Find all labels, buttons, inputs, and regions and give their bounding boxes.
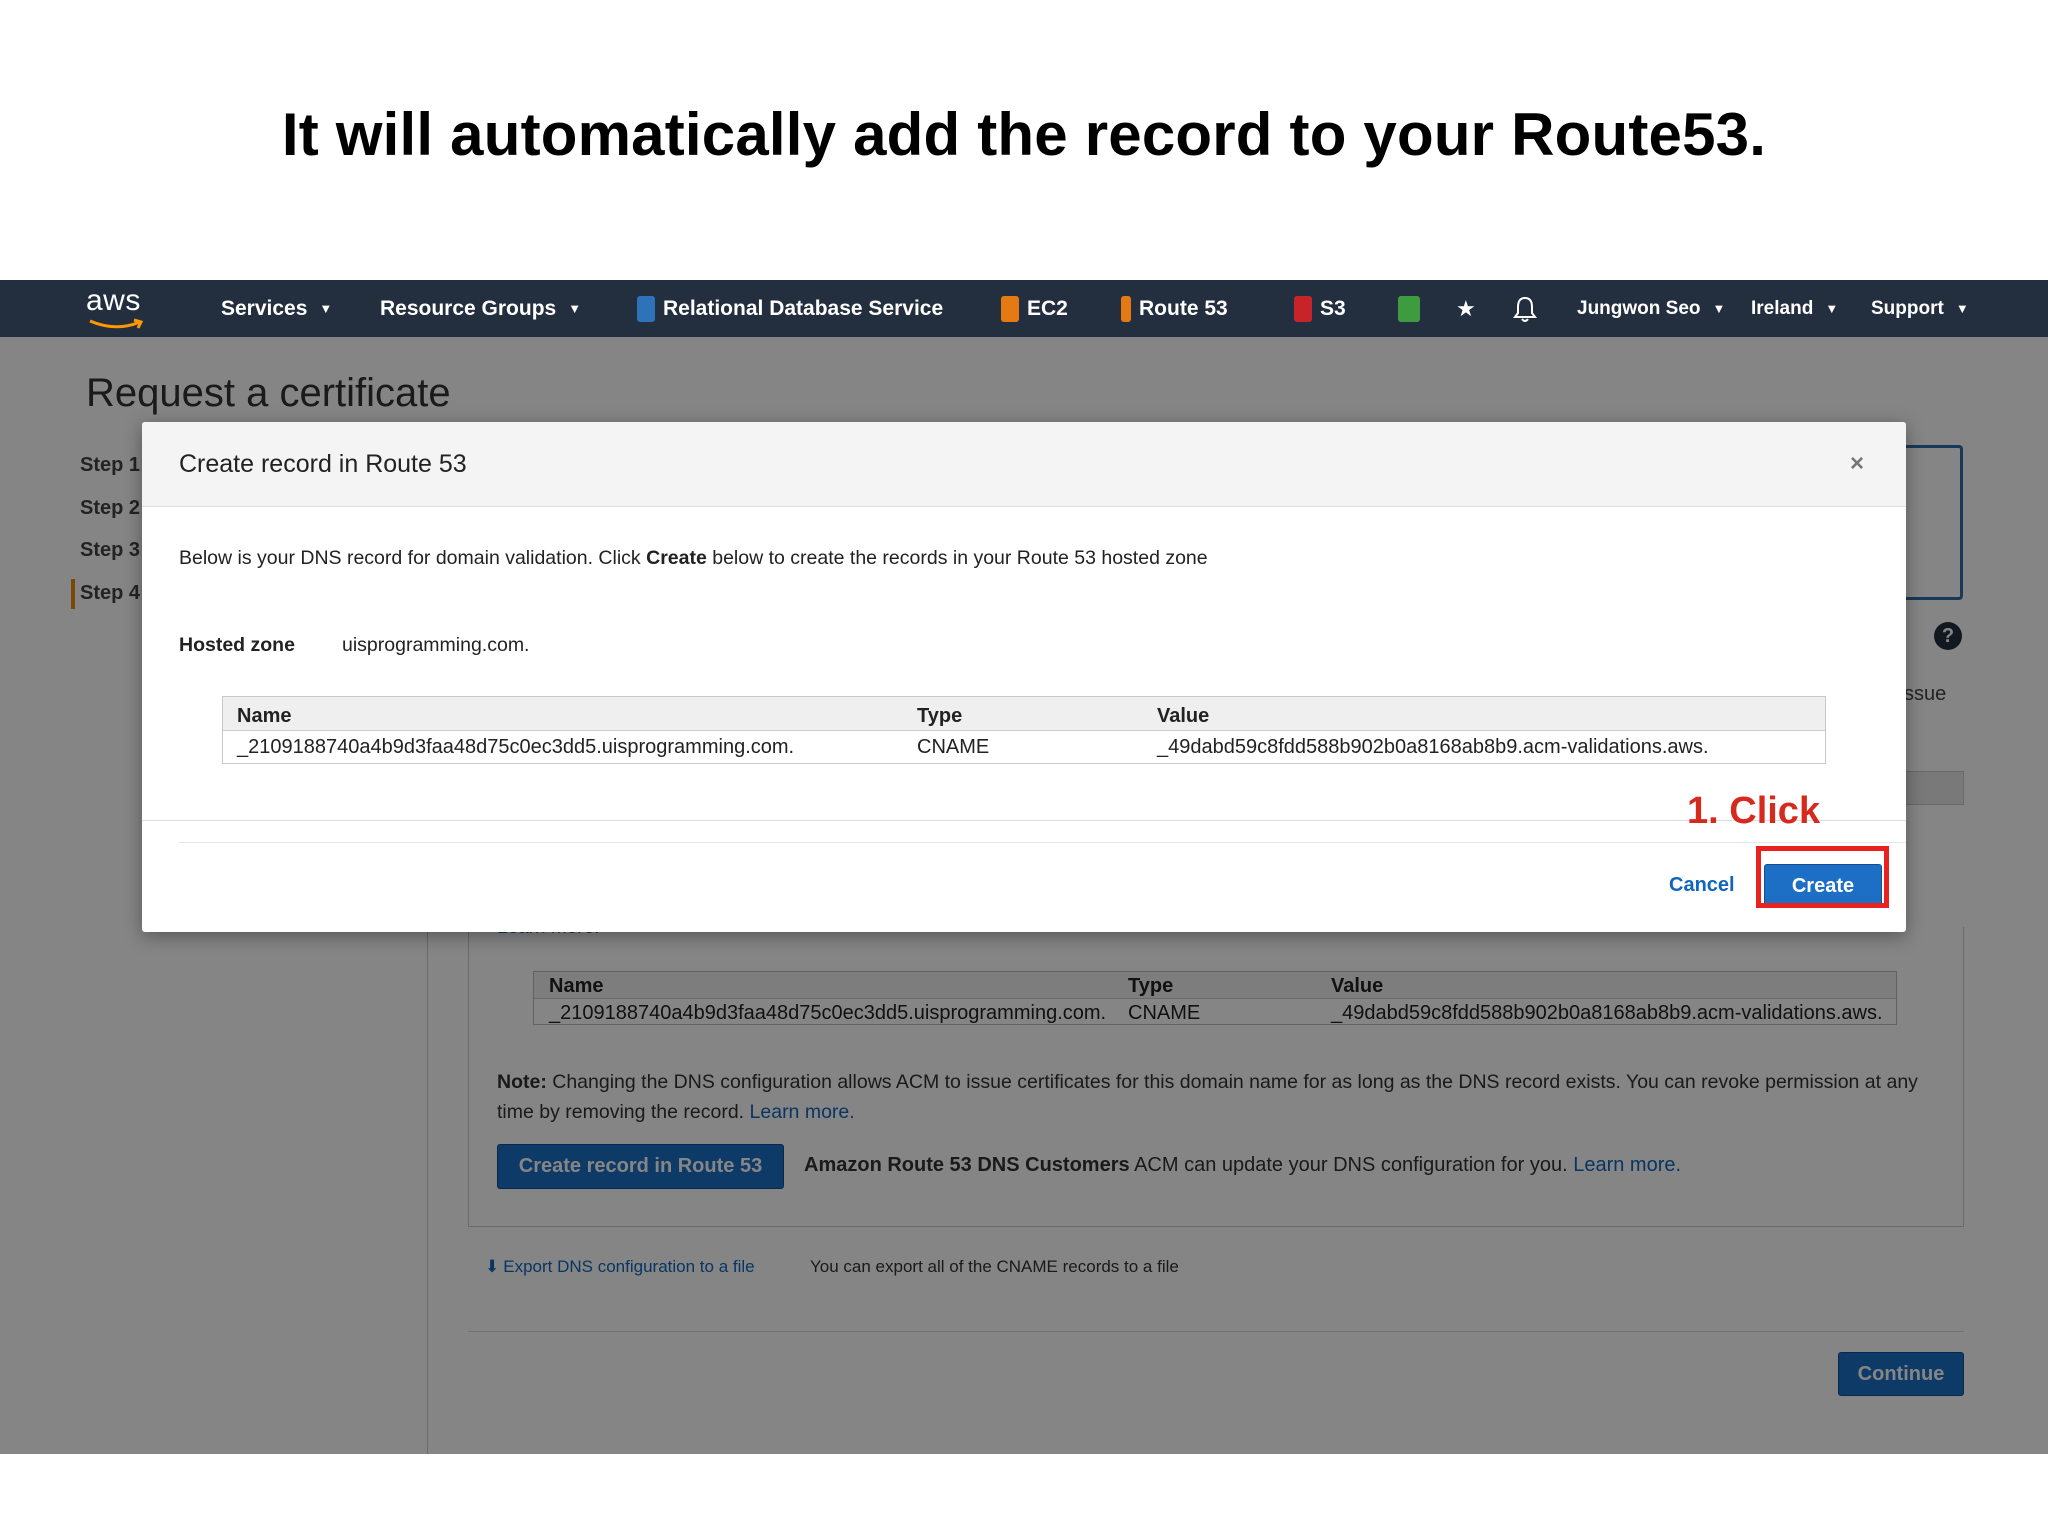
modal-footer-divider-inner [179,842,1906,843]
region-label: Ireland [1751,297,1814,319]
chevron-down-icon: ▼ [319,301,333,316]
bell-icon[interactable] [1512,280,1538,337]
region-menu[interactable]: Ireland ▼ [1751,280,1838,337]
s3-label: S3 [1320,296,1346,320]
chevron-down-icon: ▼ [1712,301,1726,316]
click-annotation-label: 1. Click [1687,790,1821,832]
top-navbar: aws Services ▼ Resource Groups ▼ Relatio… [0,280,2048,337]
modal-record-table: Name Type Value _2109188740a4b9d3faa48d7… [222,696,1826,764]
route53-icon [1121,295,1131,322]
services-label: Services [221,296,308,320]
record-value-cell: _49dabd59c8fdd588b902b0a8168ab8b9.acm-va… [1157,736,1709,758]
bell-svg [1513,296,1537,322]
chevron-down-icon: ▼ [568,301,582,316]
aws-logo[interactable]: aws [86,284,150,332]
support-menu[interactable]: Support ▼ [1871,280,1969,337]
ec2-icon [1001,295,1019,322]
user-menu[interactable]: Jungwon Seo ▼ [1577,280,1725,337]
modal-title: Create record in Route 53 [179,450,467,478]
aws-logo-text: aws [86,284,141,317]
modal-description: Below is your DNS record for domain vali… [179,547,1208,570]
extra-service-shortcut[interactable] [1398,280,1420,337]
create-record-modal: Create record in Route 53 × Below is you… [142,422,1906,932]
create-button-highlight [1756,846,1889,908]
resource-groups-menu[interactable]: Resource Groups ▼ [380,280,581,337]
modal-footer-divider [142,820,1906,821]
rds-shortcut[interactable]: Relational Database Service [637,280,943,337]
desc-bold: Create [646,547,707,569]
table-header [223,697,1825,731]
rds-icon [637,295,655,322]
slide: It will automatically add the record to … [0,0,2048,1536]
record-name-cell: _2109188740a4b9d3faa48d75c0ec3dd5.uispro… [237,736,795,758]
desc-suffix: below to create the records in your Rout… [712,547,1208,569]
chevron-down-icon: ▼ [1955,301,1969,316]
hosted-zone-label: Hosted zone [179,634,295,656]
slide-title: It will automatically add the record to … [281,101,1767,168]
s3-shortcut[interactable]: S3 [1294,280,1346,337]
aws-smile-icon [89,318,144,329]
col-value-header: Value [1157,705,1210,727]
services-menu[interactable]: Services ▼ [221,280,332,337]
col-type-header: Type [917,705,963,727]
desc-prefix: Below is your DNS record for domain vali… [179,547,641,569]
pin-icon[interactable]: ★ [1456,280,1476,337]
route53-shortcut[interactable]: Route 53 [1121,280,1228,337]
col-name-header: Name [237,705,292,727]
green-service-icon [1398,295,1420,322]
s3-icon [1294,295,1312,322]
close-icon[interactable]: × [1850,450,1864,478]
rds-label: Relational Database Service [663,296,944,320]
aws-console-screenshot: aws Services ▼ Resource Groups ▼ Relatio… [0,280,2048,1454]
user-label: Jungwon Seo [1577,297,1701,319]
resource-groups-label: Resource Groups [380,296,557,320]
chevron-down-icon: ▼ [1825,301,1839,316]
cancel-button[interactable]: Cancel [1669,874,1735,897]
ec2-label: EC2 [1027,296,1068,320]
route53-label: Route 53 [1139,296,1228,320]
record-type-cell: CNAME [917,736,990,758]
support-label: Support [1871,297,1944,319]
hosted-zone-value: uisprogramming.com. [342,634,530,656]
ec2-shortcut[interactable]: EC2 [1001,280,1068,337]
